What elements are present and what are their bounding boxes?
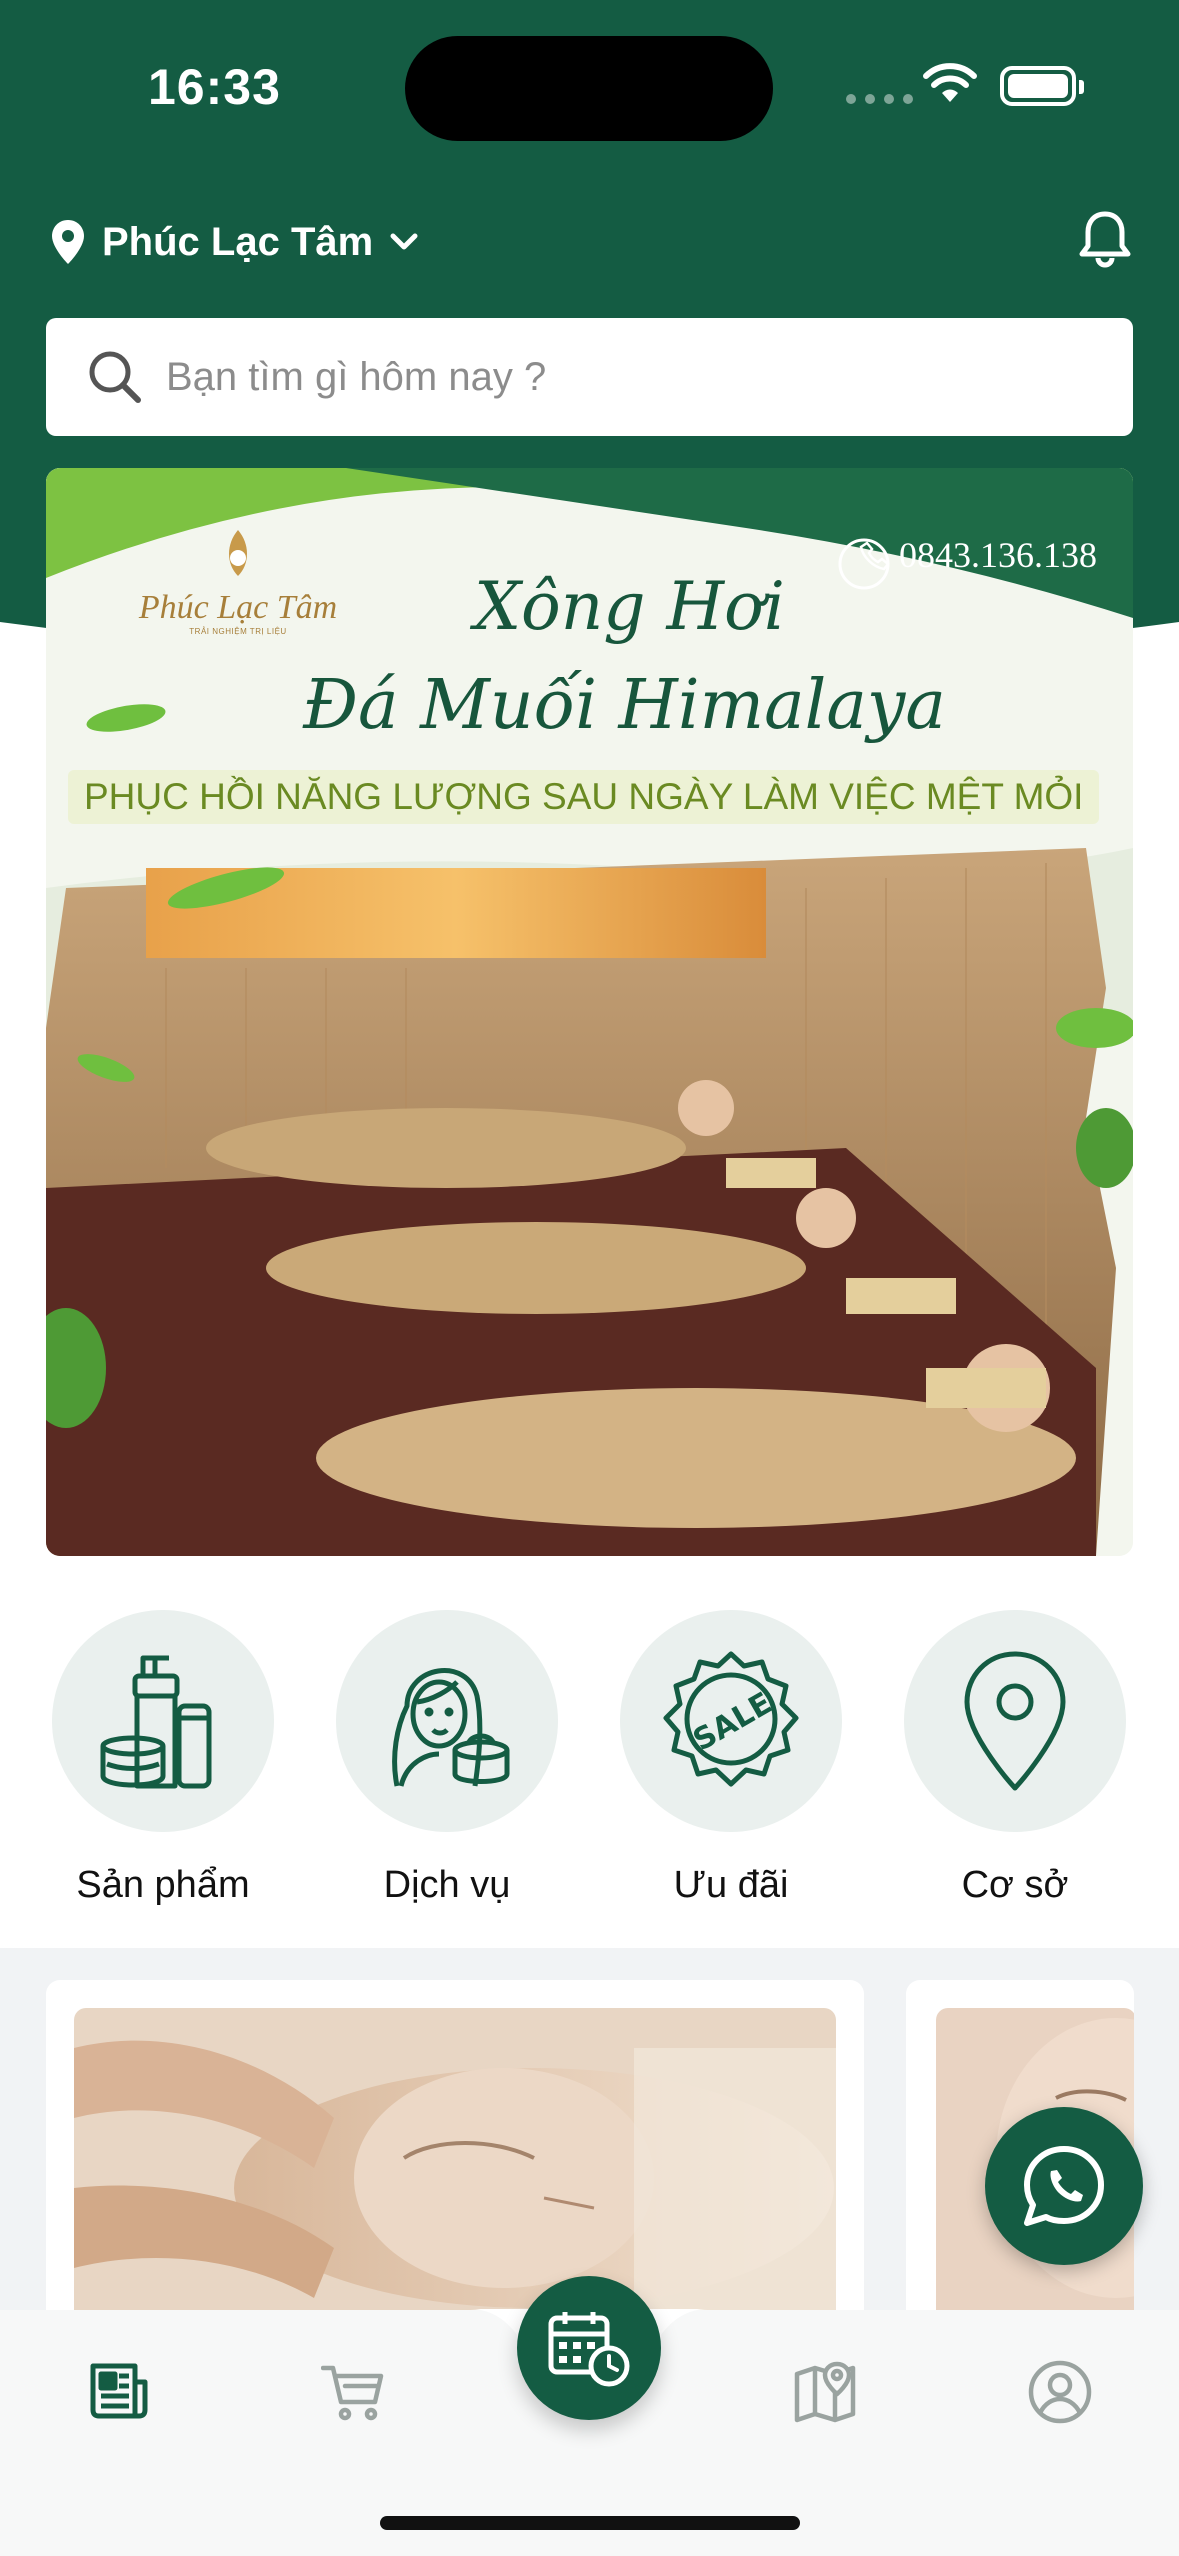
cellular-signal-icon [846, 94, 913, 104]
status-time: 16:33 [148, 59, 281, 115]
banner-slogan: PHỤC HỒI NĂNG LƯỢNG SAU NGÀY LÀM VIỆC MỆ… [68, 770, 1100, 824]
wifi-icon [923, 63, 977, 102]
chat-button[interactable] [985, 2107, 1143, 2265]
category-circle: SALE [620, 1610, 842, 1832]
tab-booking[interactable] [517, 2276, 661, 2420]
category-products[interactable]: Sản phẩm [48, 1610, 278, 1907]
dynamic-island [405, 36, 773, 141]
category-circle [336, 1610, 558, 1832]
tab-news[interactable] [77, 2352, 157, 2432]
banner-title-line2: Đá Muối Himalaya [303, 666, 946, 745]
category-label: Dịch vụ [383, 1864, 511, 1906]
tab-cart[interactable] [313, 2352, 393, 2432]
map-icon [794, 2361, 856, 2423]
cosmetics-icon [100, 1655, 212, 1789]
location-pin-icon [52, 220, 84, 264]
category-label: Cơ sở [961, 1864, 1069, 1906]
category-offers[interactable]: SALE Ưu đãi [616, 1610, 846, 1907]
category-services[interactable]: Dịch vụ [332, 1610, 562, 1907]
search-bar[interactable]: Bạn tìm gì hôm nay ? [46, 318, 1133, 436]
category-label: Ưu đãi [673, 1864, 789, 1906]
booking-calendar-icon [548, 2312, 630, 2387]
category-locations[interactable]: Cơ sở [900, 1610, 1130, 1907]
category-row: Sản phẩm Dịch vụ SALE Ưu đãi Cơ sở [0, 1610, 1179, 1910]
tab-map[interactable] [785, 2352, 865, 2432]
profile-icon [1028, 2360, 1092, 2424]
home-indicator [380, 2516, 800, 2530]
search-icon [89, 351, 141, 403]
category-circle [52, 1610, 274, 1832]
beauty-service-icon [392, 1668, 510, 1787]
banner-title-line1: Xông Hơi [474, 568, 785, 645]
battery-icon [1000, 66, 1084, 106]
promo-banner[interactable]: Phúc Lạc Tâm TRẢI NGHIỆM TRỊ LIỆU 0843.1… [46, 468, 1133, 1556]
tab-profile[interactable] [1020, 2352, 1100, 2432]
sale-badge-icon: SALE [663, 1651, 799, 1787]
map-pin-icon [964, 1651, 1066, 1791]
category-label: Sản phẩm [76, 1864, 250, 1906]
news-icon [90, 2363, 148, 2419]
cart-icon [321, 2365, 384, 2421]
notification-bell-icon[interactable] [1075, 208, 1135, 268]
location-selector[interactable]: Phúc Lạc Tâm [50, 218, 419, 266]
search-input[interactable]: Bạn tìm gì hôm nay ? [166, 355, 546, 400]
whatsapp-icon [1024, 2146, 1104, 2226]
chevron-down-icon [390, 233, 418, 250]
location-name: Phúc Lạc Tâm [102, 219, 374, 264]
category-circle [904, 1610, 1126, 1832]
